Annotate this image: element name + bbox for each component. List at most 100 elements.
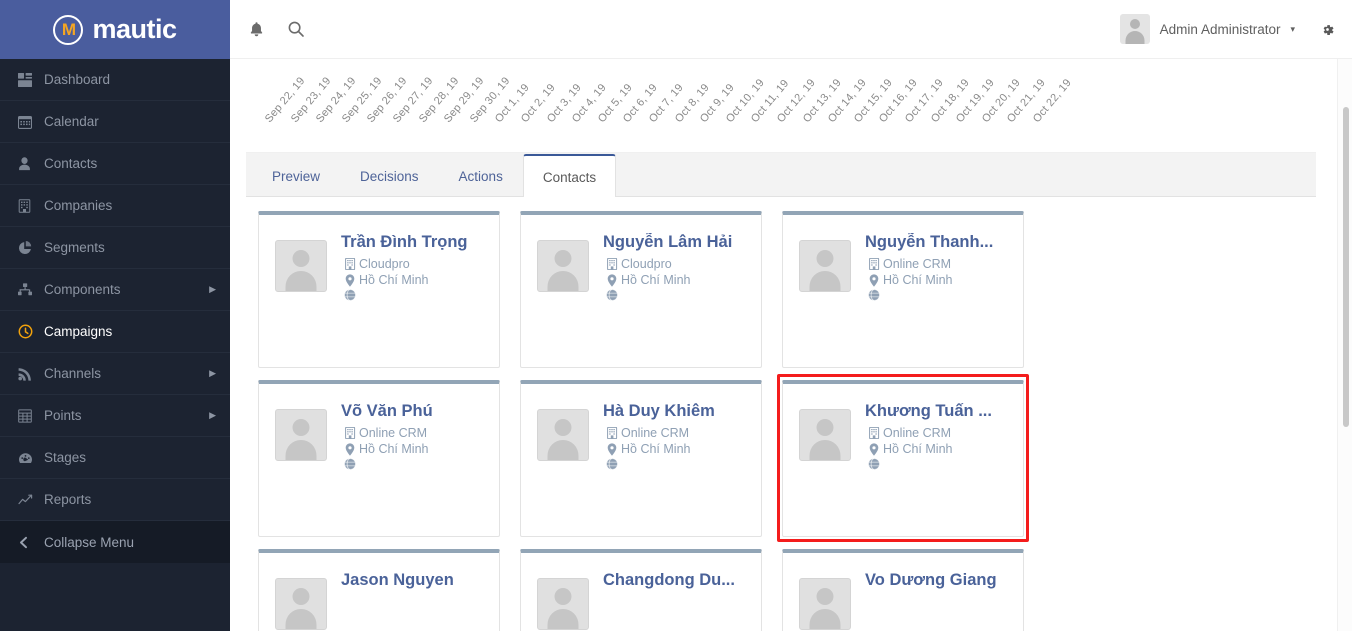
contact-globe-row	[865, 458, 992, 470]
contacts-row: Trần Đình Trọng Cloudpro Hồ Chí Minh Nguyễn…	[258, 211, 1304, 368]
sidebar-item-campaigns[interactable]: Campaigns	[0, 311, 230, 353]
avatar	[275, 578, 327, 630]
contacts-row: Võ Văn Phú Online CRM Hồ Chí Minh Hà Duy Kh…	[258, 380, 1304, 537]
contact-card[interactable]: Võ Văn Phú Online CRM Hồ Chí Minh	[258, 380, 500, 537]
contact-card[interactable]: Changdong Du...	[520, 549, 762, 631]
contact-card[interactable]: Nguyễn Thanh... Online CRM Hồ Chí Minh	[782, 211, 1024, 368]
contact-location: Hồ Chí Minh	[603, 442, 715, 456]
contact-name[interactable]: Jason Nguyen	[341, 571, 454, 590]
contact-company-label: Online CRM	[621, 426, 690, 440]
contact-card-body: Changdong Du...	[589, 566, 735, 631]
sidebar-item-stages[interactable]: Stages	[0, 437, 230, 479]
card-building-icon	[603, 258, 621, 270]
chevron-left-icon	[18, 536, 44, 549]
contact-name[interactable]: Võ Văn Phú	[341, 402, 433, 421]
globe-icon	[603, 289, 621, 301]
contact-company-label: Online CRM	[883, 257, 952, 271]
sidebar-item-label: Points	[44, 408, 82, 423]
contact-name[interactable]: Nguyễn Lâm Hải	[603, 233, 732, 252]
map-pin-icon	[603, 273, 621, 287]
contact-company-label: Online CRM	[883, 426, 952, 440]
contact-company: Online CRM	[603, 426, 715, 440]
user-menu[interactable]: Admin Administrator ▾	[1119, 14, 1352, 44]
sidebar-item-components[interactable]: Components ▶	[0, 269, 230, 311]
contact-location: Hồ Chí Minh	[341, 273, 468, 287]
contact-globe-row	[603, 289, 732, 301]
dashboard-icon	[18, 72, 44, 87]
sidebar-item-companies[interactable]: Companies	[0, 185, 230, 227]
sidebar-item-channels[interactable]: Channels ▶	[0, 353, 230, 395]
contact-company: Online CRM	[865, 426, 992, 440]
sidebar-nav: Dashboard Calendar Contacts Companies Segmen…	[0, 59, 230, 563]
tab-decisions[interactable]: Decisions	[340, 154, 439, 197]
campaign-chart-card: Sep 22, 19 Sep 23, 19 Sep 24, 19 Sep 25, 19…	[246, 59, 1316, 153]
contact-globe-row	[341, 458, 433, 470]
avatar	[799, 578, 851, 630]
contact-company: Online CRM	[865, 257, 993, 271]
contact-globe-row	[341, 289, 468, 301]
gauge-icon	[18, 451, 44, 465]
sidebar-item-label: Stages	[44, 450, 87, 465]
sidebar-item-calendar[interactable]: Calendar	[0, 101, 230, 143]
avatar	[799, 409, 851, 461]
scrollbar-thumb[interactable]	[1343, 107, 1349, 427]
bell-icon[interactable]	[248, 21, 265, 38]
sidebar-item-reports[interactable]: Reports	[0, 479, 230, 521]
grid-icon	[18, 408, 44, 423]
card-building-icon	[341, 427, 359, 439]
map-pin-icon	[865, 273, 883, 287]
chart-x-axis: Sep 22, 19 Sep 23, 19 Sep 24, 19 Sep 25, 19…	[246, 59, 1316, 152]
sidebar-item-label: Contacts	[44, 156, 98, 171]
contact-name[interactable]: Hà Duy Khiêm	[603, 402, 715, 421]
tab-preview[interactable]: Preview	[252, 154, 340, 197]
contact-city-label: Hồ Chí Minh	[359, 273, 429, 287]
contact-city-label: Hồ Chí Minh	[621, 273, 691, 287]
contact-company-label: Cloudpro	[621, 257, 672, 271]
avatar	[799, 240, 851, 292]
contact-name[interactable]: Vo Dương Giang	[865, 571, 997, 590]
sidebar-item-points[interactable]: Points ▶	[0, 395, 230, 437]
globe-icon	[865, 289, 883, 301]
contact-card[interactable]: Khương Tuấn ... Online CRM Hồ Chí Minh	[782, 380, 1024, 537]
building-icon	[18, 198, 44, 213]
tab-actions[interactable]: Actions	[439, 154, 523, 197]
mautic-app-window: M mautic Dashboard Calendar Contacts Compan…	[0, 0, 1352, 631]
chevron-right-icon: ▶	[209, 368, 216, 378]
contact-name[interactable]: Nguyễn Thanh...	[865, 233, 993, 252]
contact-card[interactable]: Trần Đình Trọng Cloudpro Hồ Chí Minh	[258, 211, 500, 368]
contact-card[interactable]: Hà Duy Khiêm Online CRM Hồ Chí Minh	[520, 380, 762, 537]
sidebar-item-label: Channels	[44, 366, 102, 381]
sidebar-item-segments[interactable]: Segments	[0, 227, 230, 269]
sidebar-item-contacts[interactable]: Contacts	[0, 143, 230, 185]
contact-card-body: Trần Đình Trọng Cloudpro Hồ Chí Minh	[327, 228, 468, 367]
gear-icon[interactable]	[1319, 21, 1336, 38]
tab-contacts[interactable]: Contacts	[522, 154, 617, 197]
contact-card-body: Võ Văn Phú Online CRM Hồ Chí Minh	[327, 397, 433, 536]
sidebar-item-label: Reports	[44, 492, 92, 507]
content-scroll-region[interactable]: Sep 22, 19 Sep 23, 19 Sep 24, 19 Sep 25, 19…	[230, 59, 1352, 631]
contact-card-body: Jason Nguyen	[327, 566, 454, 631]
sidebar-collapse-button[interactable]: Collapse Menu	[0, 521, 230, 563]
contact-card[interactable]: Vo Dương Giang	[782, 549, 1024, 631]
contact-city-label: Hồ Chí Minh	[621, 442, 691, 456]
avatar	[537, 409, 589, 461]
contact-globe-row	[865, 289, 993, 301]
rss-icon	[18, 367, 44, 381]
detail-tabs: Preview Decisions Actions Contacts	[246, 153, 1316, 197]
user-avatar-icon	[1119, 14, 1150, 44]
brand-logo[interactable]: M mautic	[0, 0, 230, 59]
contact-globe-row	[603, 458, 715, 470]
contact-name[interactable]: Changdong Du...	[603, 571, 735, 590]
calendar-icon	[18, 115, 44, 129]
contact-location: Hồ Chí Minh	[341, 442, 433, 456]
contact-card[interactable]: Jason Nguyen	[258, 549, 500, 631]
contact-card[interactable]: Nguyễn Lâm Hải Cloudpro Hồ Chí Minh	[520, 211, 762, 368]
page-scrollbar[interactable]	[1337, 59, 1352, 631]
search-icon[interactable]	[287, 20, 305, 38]
card-building-icon	[341, 258, 359, 270]
contact-name[interactable]: Trần Đình Trọng	[341, 233, 468, 252]
contact-company: Online CRM	[341, 426, 433, 440]
contact-name[interactable]: Khương Tuấn ...	[865, 402, 992, 421]
map-pin-icon	[341, 273, 359, 287]
sidebar-item-dashboard[interactable]: Dashboard	[0, 59, 230, 101]
